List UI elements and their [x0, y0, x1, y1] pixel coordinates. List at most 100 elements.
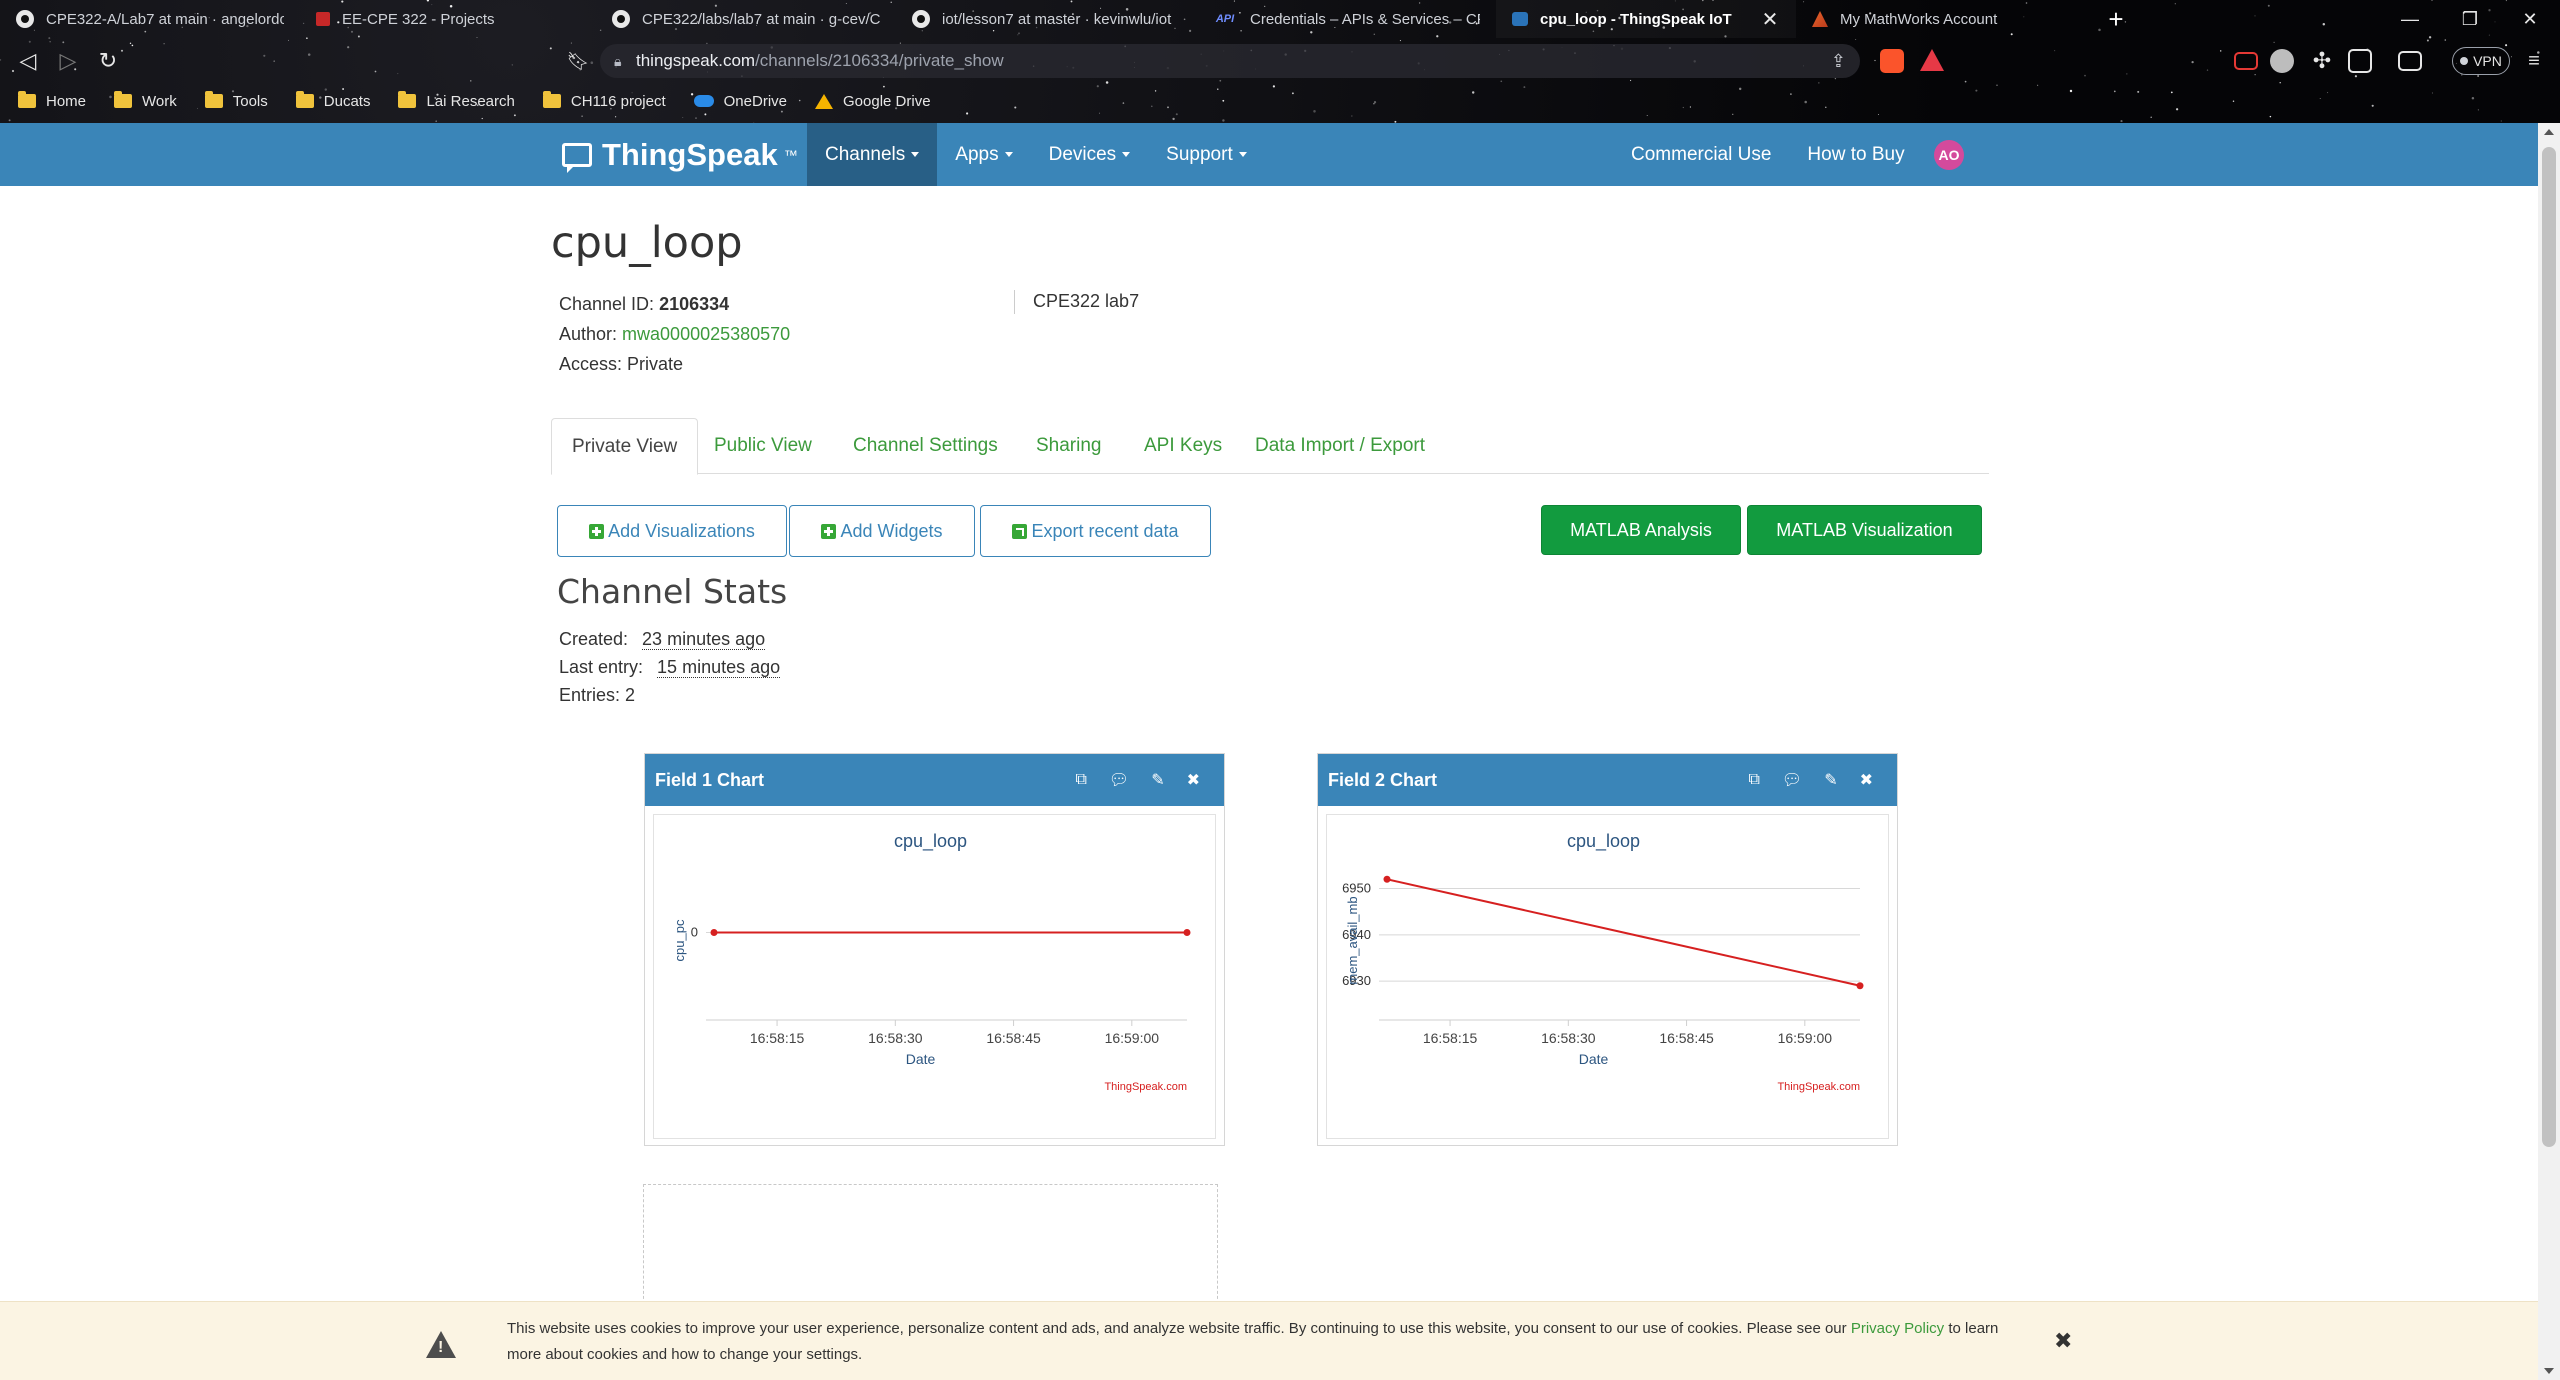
menu-support[interactable]: Support: [1148, 123, 1265, 186]
plus-icon: [589, 523, 605, 539]
scroll-down-icon[interactable]: [2544, 1368, 2554, 1374]
matlab-analysis-button[interactable]: MATLAB Analysis: [1541, 505, 1741, 555]
edit-icon[interactable]: ✎: [1824, 770, 1837, 790]
page-title: cpu_loop: [551, 218, 743, 268]
sidebar-icon[interactable]: [2348, 49, 2372, 73]
bookmark-ducats[interactable]: Ducats: [295, 91, 370, 110]
reload-icon[interactable]: ↻: [92, 42, 124, 80]
thingspeak-logo[interactable]: ThingSpeak ™: [562, 137, 798, 173]
browser-tab-active[interactable]: cpu_loop - ThingSpeak IoT ✕: [1496, 0, 1796, 38]
star: [2137, 90, 2140, 93]
tab-api-keys[interactable]: API Keys: [1124, 418, 1242, 474]
x-tick-label: 16:58:15: [750, 1030, 805, 1046]
bookmark-label: Lai Research: [426, 92, 515, 110]
share-icon[interactable]: ⇪: [1831, 51, 1846, 72]
screen-record-icon[interactable]: [2234, 52, 2258, 70]
star: [2471, 96, 2475, 100]
close-icon[interactable]: ✖: [1860, 770, 1873, 790]
puzzle-icon[interactable]: ✣: [2310, 49, 2334, 73]
add-visualizations-button[interactable]: Add Visualizations: [557, 505, 787, 557]
vpn-status-icon: [2460, 57, 2469, 65]
star: [1096, 85, 1099, 88]
entries-value: 2: [625, 685, 636, 705]
vpn-button[interactable]: VPN: [2452, 47, 2510, 75]
browser-tab[interactable]: CPE322-A/Lab7 at main · angelordone: [0, 0, 300, 38]
brave-shields-icon[interactable]: [1880, 49, 1904, 73]
star: [1122, 102, 1125, 104]
bookmark-tools[interactable]: Tools: [204, 91, 268, 110]
star: [1151, 105, 1153, 108]
extension-icon[interactable]: [2270, 49, 2294, 73]
tab-data-import-export[interactable]: Data Import / Export: [1235, 418, 1445, 474]
star: [288, 39, 289, 41]
minimize-button[interactable]: —: [2380, 9, 2440, 30]
bookmarks-bar: Home Work Tools Ducats Lai Research CH11…: [18, 86, 931, 116]
channel-id: 2106334: [659, 294, 730, 314]
close-icon[interactable]: ✖: [1187, 770, 1200, 790]
access-row: Access: Private: [559, 349, 790, 379]
menu-label: Channels: [825, 144, 906, 165]
author-link[interactable]: mwa0000025380570: [622, 324, 790, 344]
menu-apps[interactable]: Apps: [937, 123, 1030, 186]
commercial-use-link[interactable]: Commercial Use: [1613, 123, 1789, 186]
privacy-policy-link[interactable]: Privacy Policy: [1851, 1320, 1944, 1337]
browser-tab[interactable]: EE-CPE 322 - Projects: [300, 0, 596, 38]
browser-tab[interactable]: My MathWorks Account: [1796, 0, 2096, 38]
cookie-close-button[interactable]: ✖: [2054, 1328, 2072, 1354]
browser-tab[interactable]: iot/lesson7 at master · kevinwlu/iot: [896, 0, 1196, 38]
comment-icon[interactable]: 💬︎: [1109, 770, 1129, 790]
brave-rewards-icon[interactable]: [1920, 49, 1944, 71]
channel-id-row: Channel ID: 2106334: [559, 289, 790, 319]
add-widgets-button[interactable]: Add Widgets: [789, 505, 975, 557]
close-tab-icon[interactable]: ✕: [1760, 7, 1780, 32]
open-external-icon[interactable]: ⧉: [1748, 771, 1759, 789]
close-window-button[interactable]: ✕: [2500, 9, 2560, 30]
chart-title: cpu_loop: [894, 831, 967, 852]
maximize-button[interactable]: ❐: [2440, 9, 2500, 30]
star: [1222, 99, 1225, 102]
bookmark-icon[interactable]: 🔖︎: [562, 42, 594, 80]
menu-label: Support: [1166, 144, 1233, 165]
star: [435, 120, 438, 122]
bookmark-lai-research[interactable]: Lai Research: [398, 91, 515, 110]
tab-channel-settings[interactable]: Channel Settings: [833, 418, 1018, 474]
bookmark-label: Tools: [232, 92, 268, 110]
how-to-buy-link[interactable]: How to Buy: [1789, 123, 1922, 186]
tab-public-view[interactable]: Public View: [694, 418, 832, 474]
tab-private-view[interactable]: Private View: [551, 418, 699, 475]
matlab-visualization-button[interactable]: MATLAB Visualization: [1747, 505, 1982, 555]
bookmark-onedrive[interactable]: OneDrive: [693, 93, 787, 110]
browser-tab[interactable]: CPE322/labs/lab7 at main · g-cev/CPE: [596, 0, 896, 38]
menu-icon[interactable]: ≡: [2518, 42, 2550, 80]
bookmark-work[interactable]: Work: [114, 91, 177, 110]
tab-title: My MathWorks Account: [1840, 10, 1998, 28]
star: [1351, 115, 1353, 117]
scroll-up-icon[interactable]: [2544, 129, 2554, 135]
forward-icon[interactable]: ▷: [52, 42, 84, 80]
channel-tabs: Private View Public View Channel Setting…: [551, 418, 1989, 475]
comment-icon[interactable]: 💬︎: [1782, 770, 1802, 790]
menu-devices[interactable]: Devices: [1031, 123, 1149, 186]
bookmark-ch116-project[interactable]: CH116 project: [542, 91, 666, 110]
menu-channels[interactable]: Channels: [807, 123, 938, 186]
scroll-thumb[interactable]: [2542, 147, 2556, 1147]
browser-tab[interactable]: API Credentials – APIs & Services – CPE3…: [1196, 0, 1496, 38]
export-recent-data-button[interactable]: Export recent data: [980, 505, 1211, 557]
vpn-label: VPN: [2473, 53, 2502, 69]
new-tab-button[interactable]: +: [2096, 0, 2136, 38]
address-bar[interactable]: 🔒︎ thingspeak.com/channels/2106334/priva…: [600, 44, 1860, 78]
bookmark-google-drive[interactable]: Google Drive: [815, 93, 931, 110]
open-external-icon[interactable]: ⧉: [1075, 771, 1086, 789]
avatar[interactable]: AO: [1934, 140, 1964, 170]
tab-sharing[interactable]: Sharing: [1016, 418, 1122, 474]
bookmark-label: CH116 project: [570, 92, 666, 110]
back-icon[interactable]: ◁: [12, 42, 44, 80]
bookmark-home[interactable]: Home: [18, 91, 86, 110]
wallet-icon[interactable]: [2398, 51, 2422, 71]
brand-name: ThingSpeak: [602, 137, 778, 172]
star: [1975, 89, 1978, 92]
folder-icon: [295, 91, 314, 108]
edit-icon[interactable]: ✎: [1151, 770, 1164, 790]
star: [1825, 106, 1827, 109]
page-scrollbar[interactable]: [2538, 123, 2560, 1380]
